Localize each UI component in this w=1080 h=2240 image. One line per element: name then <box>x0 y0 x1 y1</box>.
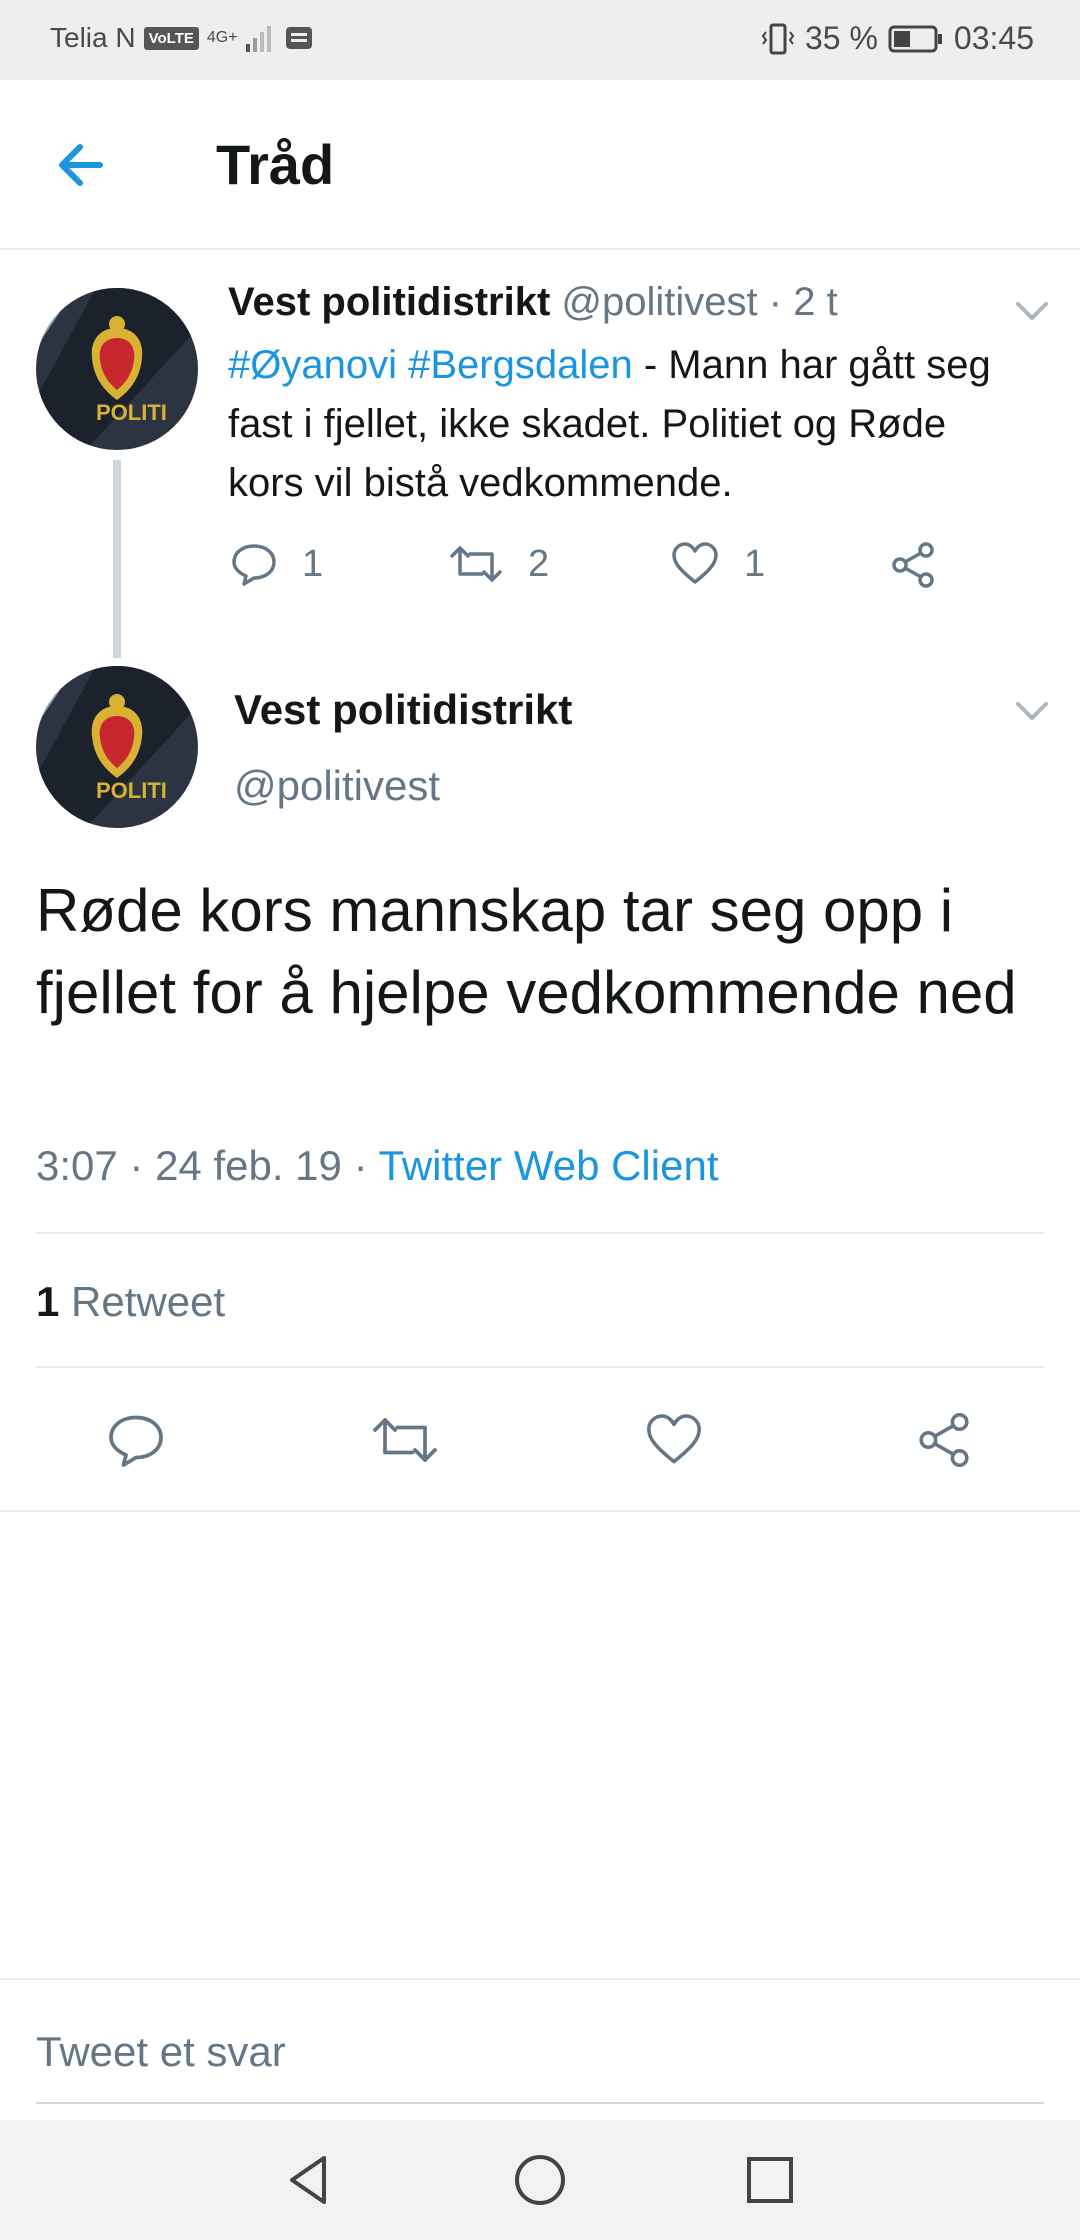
system-nav-bar <box>0 2120 1080 2240</box>
hashtag-link[interactable]: #Bergsdalen <box>408 343 633 387</box>
square-recents-icon <box>747 2157 793 2203</box>
clock: 03:45 <box>953 20 1034 56</box>
reply-icon <box>232 544 276 586</box>
tweet1-reply-button[interactable]: 1 <box>230 540 323 588</box>
tweet1-like-count: 1 <box>744 542 766 585</box>
chevron-down-icon <box>1016 302 1048 321</box>
nav-home-button[interactable] <box>510 2150 570 2210</box>
avatar[interactable]: POLITI <box>36 288 198 450</box>
share-button[interactable] <box>914 1410 974 1470</box>
reply-input[interactable]: Tweet et svar <box>36 2028 286 2076</box>
reply-icon <box>109 1415 163 1467</box>
signal-icon <box>245 24 276 52</box>
tweet2-author[interactable]: Vest politidistrikt <box>234 686 572 734</box>
volte-badge: VoLTE <box>143 26 199 50</box>
tweet2-handle[interactable]: @politivest <box>234 762 440 810</box>
retweet-icon <box>373 1418 437 1462</box>
tweet1-like-button[interactable]: 1 <box>670 540 765 588</box>
circle-home-icon <box>515 2155 565 2205</box>
badge-lettering: POLITI <box>96 778 167 803</box>
tweet1-text: #Øyanovi #Bergsdalen - Mann har gått seg… <box>228 336 1028 513</box>
tweet2-meta: 3:07 · 24 feb. 19 · Twitter Web Client <box>36 1142 718 1190</box>
badge-lettering: POLITI <box>96 400 167 425</box>
chevron-down-icon <box>1016 702 1048 721</box>
police-badge-image: POLITI <box>36 288 198 450</box>
carrier-label: Telia N <box>50 22 136 53</box>
share-icon <box>892 542 934 588</box>
back-button[interactable] <box>50 132 116 198</box>
retweet-count: 1 <box>36 1278 60 1325</box>
page-title: Tråd <box>216 133 335 196</box>
reply-button[interactable] <box>106 1410 166 1470</box>
nav-back-button[interactable] <box>280 2150 340 2210</box>
tweet1-retweet-button[interactable]: 2 <box>448 540 549 588</box>
heart-icon <box>672 542 718 584</box>
arrow-left-icon <box>59 144 103 186</box>
reply-input-underline <box>36 2102 1044 2104</box>
battery-icon <box>888 24 944 54</box>
divider <box>36 1366 1044 1368</box>
tweet2-timestamp: 3:07 · 24 feb. 19 · <box>36 1142 368 1189</box>
tweet2-text: Røde kors mannskap tar seg opp i fjellet… <box>36 877 1017 1026</box>
tweet2-source-link[interactable]: Twitter Web Client <box>378 1142 718 1189</box>
tweet1-reply-count: 1 <box>302 542 324 585</box>
police-badge-image: POLITI <box>36 666 198 828</box>
retweet-button[interactable] <box>370 1410 440 1470</box>
message-notification-icon <box>284 25 314 51</box>
avatar[interactable]: POLITI <box>36 666 198 828</box>
triangle-back-icon <box>290 2156 326 2204</box>
tweet1-age: · 2 t <box>768 280 838 324</box>
tweet2-menu-button[interactable] <box>1012 696 1052 726</box>
like-button[interactable] <box>644 1410 704 1470</box>
tweet1-author[interactable]: Vest politidistrikt <box>228 280 550 324</box>
tweet1-retweet-count: 2 <box>528 542 550 585</box>
divider <box>0 1510 1080 1512</box>
tweet1-header: Vest politidistrikt @politivest · 2 t <box>228 280 838 325</box>
heart-icon <box>647 1414 701 1464</box>
divider <box>36 1232 1044 1234</box>
vibrate-icon <box>761 22 795 56</box>
tweet1-menu-button[interactable] <box>1012 296 1052 326</box>
status-bar: Telia N VoLTE 4G+ 35 % 03:45 <box>0 0 1080 80</box>
thread-connector <box>113 460 121 658</box>
retweet-stats[interactable]: 1 Retweet <box>36 1278 225 1326</box>
share-icon <box>919 1413 969 1467</box>
tweet1-share-button[interactable] <box>888 540 938 590</box>
nav-recents-button[interactable] <box>740 2150 800 2210</box>
tweet1-handle[interactable]: @politivest <box>561 280 757 324</box>
battery-percent: 35 % <box>804 20 878 56</box>
reply-composer: Tweet et svar <box>0 1978 1080 2122</box>
network-type: 4G+ <box>206 29 238 46</box>
retweet-icon <box>450 546 502 582</box>
retweet-label: Retweet <box>71 1278 226 1325</box>
hashtag-link[interactable]: #Øyanovi <box>228 343 397 387</box>
app-bar: Tråd <box>0 80 1080 250</box>
